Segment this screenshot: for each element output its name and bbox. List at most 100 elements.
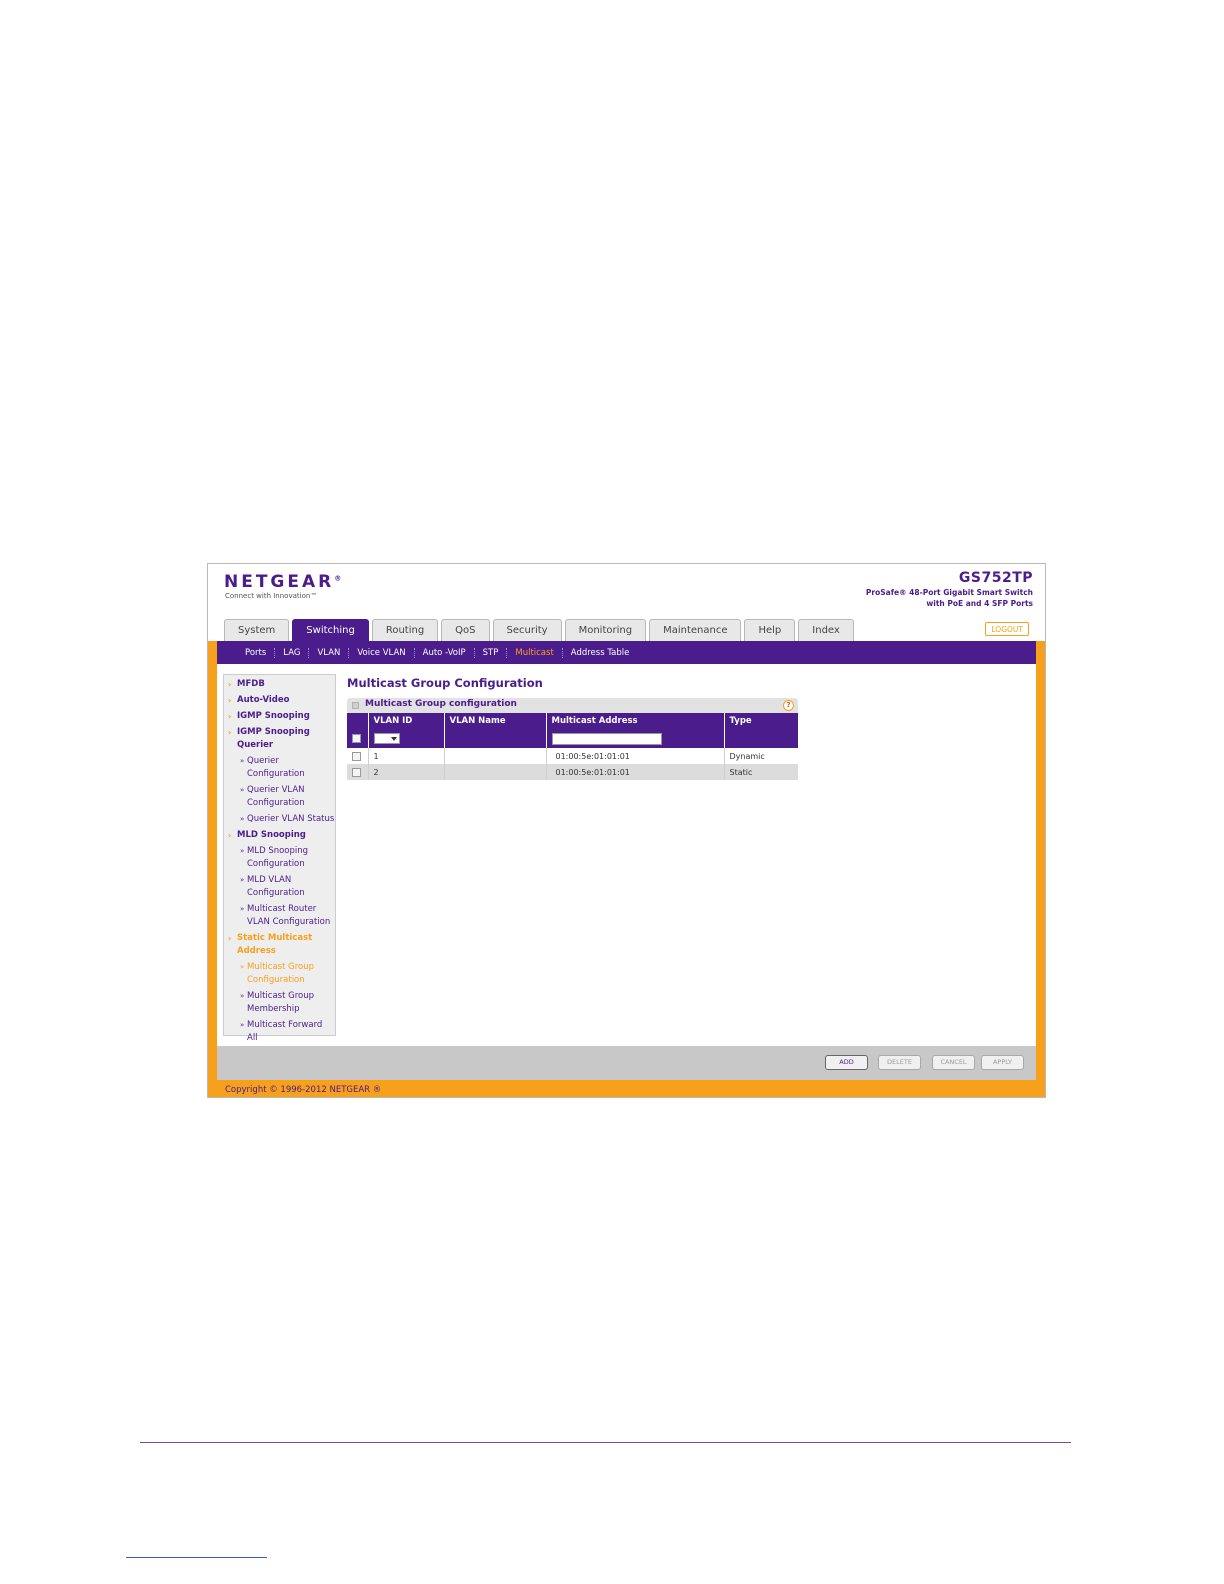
sidebar-item-multicast-forward-all[interactable]: » Multicast Forward All bbox=[224, 1019, 335, 1045]
double-chevron-icon: » bbox=[240, 815, 245, 823]
sidebar-item-multicast-group-configuration[interactable]: » Multicast Group Configuration bbox=[224, 961, 335, 987]
panel-header: Multicast Group configuration ? bbox=[347, 698, 798, 713]
content-area: › MFDB › Auto-Video › IGMP Snooping › IGMP Snoo… bbox=[217, 664, 1036, 1046]
row-checkbox[interactable] bbox=[352, 751, 361, 761]
type-cell: Dynamic bbox=[724, 748, 798, 764]
sidebar-item-igmp-snooping[interactable]: › IGMP Snooping bbox=[224, 710, 335, 723]
chevron-right-icon: › bbox=[228, 712, 232, 721]
vlan-id-select[interactable] bbox=[373, 733, 400, 744]
vlan-name-cell bbox=[444, 764, 547, 780]
row-select-cell bbox=[347, 748, 369, 764]
sidebar-item-label: Multicast Forward All bbox=[247, 1020, 323, 1043]
page-title: Multicast Group Configuration bbox=[347, 676, 543, 690]
button-bar: ADD DELETE CANCEL APPLY bbox=[217, 1046, 1036, 1080]
subnav-item-ports[interactable]: Ports bbox=[237, 647, 276, 658]
model-desc-line-2: with PoE and 4 SFP Ports bbox=[926, 599, 1033, 608]
sub-navigation: Ports LAG VLAN Voice VLAN Auto -VoIP STP Multi… bbox=[217, 641, 1036, 664]
multicast-address-input[interactable] bbox=[551, 732, 662, 745]
sidebar-item-label: Auto-Video bbox=[237, 695, 290, 705]
sidebar-item-multicast-group-membership[interactable]: » Multicast Group Membership bbox=[224, 990, 335, 1016]
select-all-checkbox[interactable] bbox=[352, 734, 361, 743]
table-header-row: VLAN ID VLAN Name Multicast Address Type bbox=[347, 713, 798, 729]
column-header-type[interactable]: Type bbox=[724, 713, 798, 729]
vlan-name-input-cell bbox=[444, 729, 547, 748]
sidebar-item-label: Static Multicast Address bbox=[237, 933, 313, 956]
sidebar-item-mld-snooping[interactable]: › MLD Snooping bbox=[224, 829, 335, 842]
brand-tagline: Connect with Innovation™ bbox=[225, 592, 318, 600]
sidebar-item-label: Querier VLAN Configuration bbox=[247, 785, 305, 808]
sidebar-item-label: Multicast Router VLAN Configuration bbox=[247, 904, 331, 927]
tab-maintenance[interactable]: Maintenance bbox=[649, 619, 742, 641]
delete-button[interactable]: DELETE bbox=[878, 1055, 921, 1070]
double-chevron-icon: » bbox=[240, 757, 245, 765]
sidebar-item-label: Multicast Group Membership bbox=[247, 991, 314, 1014]
column-header-vlan-id[interactable]: VLAN ID bbox=[368, 713, 445, 729]
brand-mark: ® bbox=[334, 574, 342, 583]
sidebar-item-label: MLD VLAN Configuration bbox=[247, 875, 305, 898]
sidebar-item-label: IGMP Snooping Querier bbox=[237, 727, 310, 750]
sidebar-item-mfdb[interactable]: › MFDB bbox=[224, 678, 335, 691]
model-name: GS752TP bbox=[958, 570, 1033, 586]
tab-switching[interactable]: Switching bbox=[292, 619, 369, 641]
model-desc-line-1: ProSafe® 48-Port Gigabit Smart Switch bbox=[865, 588, 1033, 597]
column-header-multicast-address[interactable]: Multicast Address bbox=[546, 713, 725, 729]
vlan-id-input-cell bbox=[368, 729, 445, 748]
subnav-item-address-table[interactable]: Address Table bbox=[563, 648, 638, 658]
tab-system[interactable]: System bbox=[224, 619, 290, 641]
panel-title: Multicast Group configuration bbox=[365, 699, 517, 709]
collapse-icon[interactable] bbox=[352, 702, 359, 709]
double-chevron-icon: » bbox=[240, 905, 245, 913]
row-checkbox[interactable] bbox=[352, 767, 361, 777]
sidebar-item-mld-vlan-configuration[interactable]: » MLD VLAN Configuration bbox=[224, 874, 335, 900]
subnav-item-auto-voip[interactable]: Auto -VoIP bbox=[415, 647, 475, 658]
sidebar-item-mld-snooping-configuration[interactable]: » MLD Snooping Configuration bbox=[224, 845, 335, 871]
tab-routing[interactable]: Routing bbox=[371, 619, 439, 641]
sidebar-item-label: MFDB bbox=[237, 679, 265, 689]
vlan-id-cell: 2 bbox=[368, 764, 445, 780]
tab-qos[interactable]: QoS bbox=[441, 619, 490, 641]
sidebar: › MFDB › Auto-Video › IGMP Snooping › IGMP Snoo… bbox=[223, 674, 336, 1043]
header: NETGEAR® Connect with Innovation™ GS752T… bbox=[208, 564, 1045, 641]
subnav-item-lag[interactable]: LAG bbox=[275, 647, 310, 658]
subnav-item-stp[interactable]: STP bbox=[475, 647, 508, 658]
sidebar-item-querier-vlan-status[interactable]: » Querier VLAN Status bbox=[224, 813, 335, 826]
address-input-cell bbox=[546, 729, 725, 748]
subnav-item-vlan[interactable]: VLAN bbox=[309, 647, 350, 658]
vlan-name-cell bbox=[444, 748, 547, 764]
subnav-item-voice-vlan[interactable]: Voice VLAN bbox=[349, 647, 415, 658]
tab-help[interactable]: Help bbox=[744, 619, 796, 641]
chevron-right-icon: › bbox=[228, 680, 232, 689]
sidebar-item-igmp-snooping-querier[interactable]: › IGMP Snooping Querier bbox=[224, 726, 335, 752]
double-chevron-icon: » bbox=[240, 1021, 245, 1029]
table-row[interactable]: 1 01:00:5e:01:01:01 Dynamic bbox=[347, 748, 798, 764]
app-window: NETGEAR® Connect with Innovation™ GS752T… bbox=[207, 563, 1046, 1098]
cancel-button[interactable]: CANCEL bbox=[932, 1055, 975, 1070]
double-chevron-icon: » bbox=[240, 847, 245, 855]
sidebar-item-querier-configuration[interactable]: » Querier Configuration bbox=[224, 755, 335, 781]
column-header-vlan-name[interactable]: VLAN Name bbox=[444, 713, 547, 729]
chevron-right-icon: › bbox=[228, 831, 232, 840]
sidebar-item-label: MLD Snooping bbox=[237, 830, 306, 840]
logout-button[interactable]: LOGOUT bbox=[985, 622, 1029, 636]
add-button[interactable]: ADD bbox=[825, 1055, 868, 1070]
sidebar-item-multicast-router-vlan-configuration[interactable]: » Multicast Router VLAN Configuration bbox=[224, 903, 335, 929]
sidebar-item-querier-vlan-configuration[interactable]: » Querier VLAN Configuration bbox=[224, 784, 335, 810]
table-row[interactable]: 2 01:00:5e:01:01:01 Static bbox=[347, 764, 798, 780]
double-chevron-icon: » bbox=[240, 963, 245, 971]
sidebar-item-auto-video[interactable]: › Auto-Video bbox=[224, 694, 335, 707]
double-chevron-icon: » bbox=[240, 876, 245, 884]
apply-button[interactable]: APPLY bbox=[981, 1055, 1024, 1070]
tab-index[interactable]: Index bbox=[798, 619, 854, 641]
multicast-group-table: VLAN ID VLAN Name Multicast Address Type bbox=[347, 713, 799, 780]
sidebar-item-label: MLD Snooping Configuration bbox=[247, 846, 309, 869]
double-chevron-icon: » bbox=[240, 992, 245, 1000]
select-column-header bbox=[347, 713, 369, 729]
subnav-item-multicast[interactable]: Multicast bbox=[507, 647, 563, 658]
help-icon[interactable]: ? bbox=[783, 700, 794, 711]
sidebar-item-static-multicast-address[interactable]: › Static Multicast Address bbox=[224, 932, 335, 958]
tab-monitoring[interactable]: Monitoring bbox=[564, 619, 647, 641]
copyright-text: Copyright © 1996-2012 NETGEAR ® bbox=[225, 1085, 382, 1095]
config-panel: Multicast Group configuration ? VLAN ID … bbox=[347, 698, 799, 780]
tab-security[interactable]: Security bbox=[492, 619, 562, 641]
brand-name: NETGEAR bbox=[224, 572, 335, 592]
